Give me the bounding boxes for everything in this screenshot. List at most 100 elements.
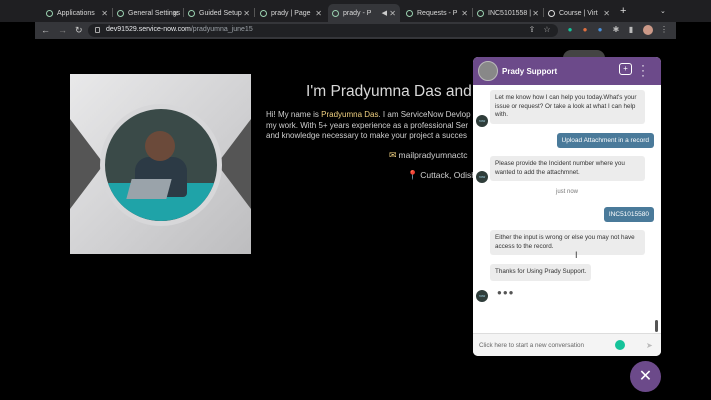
- close-tab-icon[interactable]: ✕: [243, 9, 250, 18]
- bio-text: Hi! My name is: [266, 110, 322, 119]
- close-tab-icon[interactable]: ✕: [172, 9, 179, 18]
- heading-text: I'm Pradyumna Das and: [306, 83, 477, 100]
- github-favicon-icon: [548, 9, 555, 17]
- location-contact: 📍 Cuttack, Odisha: [407, 170, 481, 181]
- chat-message-list[interactable]: now Let me know how I can help you today…: [473, 85, 661, 334]
- profile-avatar[interactable]: [643, 25, 653, 35]
- bio-paragraph: Hi! My name is Pradyumna Das. I am Servi…: [266, 110, 486, 142]
- page-title: I'm Pradyumna Das and Se: [306, 83, 495, 101]
- bio-text: . I am ServiceNow Devlop: [378, 110, 471, 119]
- browser-menu-icon[interactable]: ⋮: [660, 26, 668, 34]
- bot-message: Let me know how I can help you today.Wha…: [490, 90, 645, 124]
- servicenow-favicon-icon: [332, 9, 339, 17]
- bot-message: Please provide the Incident number where…: [490, 156, 645, 181]
- tab-label: Applications: [57, 9, 95, 17]
- close-tab-icon[interactable]: ✕: [101, 9, 108, 18]
- extension-blue-icon[interactable]: ●: [596, 26, 604, 34]
- url-host: dev91529.service-now.com: [106, 26, 191, 33]
- email-text: mailpradyumnactc: [398, 150, 468, 160]
- bot-message: Thanks for Using Prady Support.: [490, 264, 592, 281]
- chat-input-bar: ➤: [473, 333, 661, 356]
- browser-tab-bar: Applications ✕ General Settings ✕ Guided…: [0, 0, 711, 22]
- close-tab-icon[interactable]: ✕: [603, 9, 610, 18]
- browser-toolbar: ← → ↻ dev91529.service-now.com/pradyumna…: [35, 22, 676, 39]
- chat-header: Prady Support + · · ·: [473, 57, 661, 85]
- side-panel-icon[interactable]: ▮: [627, 26, 635, 34]
- close-tab-icon[interactable]: ✕: [461, 9, 468, 18]
- photo-laptop: [126, 179, 172, 199]
- tab-divider: [254, 8, 255, 17]
- photo-person-head: [145, 131, 175, 161]
- servicenow-favicon-icon: [117, 9, 124, 17]
- location-text: Cuttack, Odisha: [420, 170, 481, 180]
- servicenow-favicon-icon: [477, 9, 484, 17]
- tab-prady-page[interactable]: prady | Page ✕: [256, 4, 326, 22]
- share-icon[interactable]: ⇪: [528, 26, 536, 34]
- servicenow-favicon-icon: [406, 9, 413, 17]
- close-tab-icon[interactable]: ✕: [389, 9, 396, 18]
- tab-requests[interactable]: Requests - P ✕: [402, 4, 472, 22]
- reload-icon[interactable]: ↻: [75, 25, 83, 36]
- bio-line-3: and knowledge necessary to make your pro…: [266, 131, 467, 140]
- profile-photo: [70, 74, 251, 254]
- virtual-agent-chat-window: Prady Support + · · · now Let me know how …: [473, 57, 661, 356]
- grammarly-icon[interactable]: [615, 340, 625, 350]
- tab-label: Guided Setup: [199, 9, 242, 17]
- address-bar[interactable]: dev91529.service-now.com/pradyumna_june1…: [88, 24, 558, 37]
- user-message: Upload Attachment in a record: [556, 133, 654, 148]
- grammarly-extension-icon[interactable]: ●: [566, 26, 574, 34]
- tab-guided-setup[interactable]: Guided Setup ✕: [184, 4, 254, 22]
- photo-circle-frame: [100, 104, 222, 226]
- extension-icon[interactable]: ●: [581, 26, 589, 34]
- close-tab-icon[interactable]: ✕: [315, 9, 322, 18]
- bot-message-avatar: now: [476, 171, 488, 183]
- email-contact[interactable]: ✉ mailpradyumnactc: [389, 150, 468, 161]
- new-tab-button[interactable]: +: [620, 5, 626, 17]
- bio-line-2: my work. With 5+ years experience as a p…: [266, 120, 469, 130]
- bot-message-avatar: now: [476, 115, 488, 127]
- photo-triangle-right: [217, 119, 251, 209]
- tab-incident[interactable]: INC5101558 | ✕: [473, 4, 543, 22]
- new-conversation-icon[interactable]: +: [619, 63, 632, 75]
- map-pin-icon: 📍: [407, 170, 419, 180]
- tab-label: Requests - P: [417, 9, 458, 17]
- chat-scrollbar[interactable]: [655, 320, 658, 332]
- more-options-icon[interactable]: · · ·: [641, 59, 646, 81]
- extensions-puzzle-icon[interactable]: ✱: [612, 26, 620, 34]
- url-path: /pradyumna_june15: [190, 26, 253, 33]
- tab-general-settings[interactable]: General Settings ✕: [113, 4, 183, 22]
- close-chat-button[interactable]: ✕: [630, 361, 661, 392]
- servicenow-favicon-icon: [46, 9, 53, 17]
- bio-name: Pradyumna Das: [321, 110, 379, 119]
- url-text: dev91529.service-now.com/pradyumna_june1…: [106, 26, 253, 33]
- lock-icon: [95, 27, 100, 33]
- tab-course[interactable]: Course | Virt ✕: [544, 4, 614, 22]
- tab-prady-portal-active[interactable]: prady - P ◀ ✕: [328, 4, 400, 22]
- bot-message: Either the input is wrong or else you ma…: [490, 230, 645, 255]
- user-message: INC5101558​0: [603, 207, 654, 222]
- text-cursor-icon: I: [575, 250, 578, 260]
- envelope-icon: ✉: [389, 150, 397, 160]
- tab-label: Course | Virt: [559, 9, 598, 17]
- servicenow-favicon-icon: [188, 9, 195, 17]
- send-icon[interactable]: ➤: [646, 341, 653, 350]
- tab-label: prady | Page: [271, 9, 311, 17]
- bot-avatar: [478, 61, 498, 81]
- bio-line-1: Hi! My name is Pradyumna Das. I am Servi…: [266, 110, 486, 121]
- chat-title: Prady Support: [502, 67, 558, 76]
- close-tab-icon[interactable]: ✕: [532, 9, 539, 18]
- bot-message-avatar: now: [476, 290, 488, 302]
- photo-triangle-left: [70, 119, 104, 209]
- tab-applications[interactable]: Applications ✕: [42, 4, 112, 22]
- message-timestamp: just now: [555, 189, 578, 195]
- bookmark-star-icon[interactable]: ☆: [543, 26, 551, 34]
- back-arrow-icon[interactable]: ←: [41, 25, 50, 35]
- tab-label: INC5101558 |: [488, 9, 532, 17]
- forward-arrow-icon[interactable]: →: [58, 25, 67, 35]
- chat-message-input[interactable]: [479, 340, 619, 351]
- mute-audio-icon[interactable]: ◀: [382, 9, 387, 17]
- tab-label: prady - P: [343, 9, 372, 17]
- typing-indicator: ●●●: [497, 288, 515, 297]
- tab-search-chevron-icon[interactable]: ⌄: [660, 7, 666, 15]
- servicenow-favicon-icon: [260, 9, 267, 17]
